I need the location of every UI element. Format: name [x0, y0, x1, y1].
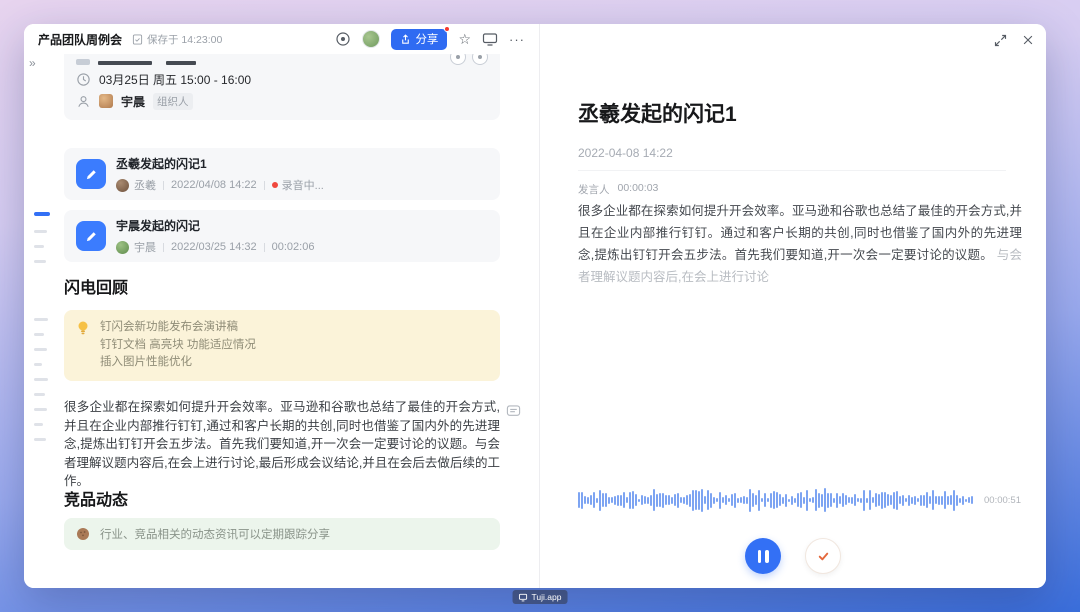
notification-dot	[444, 26, 450, 32]
detail-date: 2022-04-08 14:22	[578, 146, 673, 160]
flashnote-author: 丞羲	[134, 177, 156, 193]
competitor-line: 行业、竞品相关的动态资讯可以定期跟踪分享	[100, 526, 330, 542]
clipped-icon	[76, 59, 90, 65]
pause-icon	[758, 550, 762, 563]
save-status: 保存于 14:23:00	[132, 32, 222, 47]
transcript: 很多企业都在探索如何提升开会效率。亚马逊和谷歌也总结了最佳的开会方式,并且在企业…	[578, 200, 1022, 288]
organizer-tag: 组织人	[153, 93, 193, 110]
saved-doc-icon	[132, 34, 143, 45]
highlight-block-review: 钉闪会新功能发布会演讲稿 钉钉文档 高亮块 功能适应情况 插入图片性能优化	[64, 310, 500, 381]
detail-divider	[578, 170, 1006, 171]
heading-review: 闪电回顾	[64, 274, 500, 298]
flashnote-detail-panel: 丞羲发起的闪记1 2022-04-08 14:22 发言人 00:00:03 很…	[540, 24, 1046, 588]
app-icon	[519, 593, 528, 602]
clipped-text	[166, 61, 196, 65]
detail-header	[540, 24, 1046, 56]
flashnote-card-2[interactable]: 宇晨发起的闪记 宇晨 2022/03/25 14:32 00:02:06	[64, 210, 500, 262]
header-actions: 分享 ☆ ···	[335, 29, 525, 50]
more-icon[interactable]: ···	[509, 33, 525, 46]
speaker-row: 发言人 00:00:03	[578, 182, 658, 197]
meta-separator	[264, 243, 265, 252]
flashnote-card-body: 宇晨发起的闪记 宇晨 2022/03/25 14:32 00:02:06	[116, 217, 314, 255]
flashnote-title: 丞羲发起的闪记1	[116, 155, 324, 172]
audio-waveform[interactable]	[578, 486, 976, 514]
flashnote-author: 宇晨	[134, 239, 156, 255]
meta-separator	[264, 181, 265, 190]
present-icon[interactable]	[482, 32, 498, 47]
review-line: 钉闪会新功能发布会演讲稿	[100, 319, 256, 337]
flashnote-card-1[interactable]: 丞羲发起的闪记1 丞羲 2022/04/08 14:22 录音中...	[64, 148, 500, 200]
transcript-final-text: 很多企业都在探索如何提升开会效率。亚马逊和谷歌也总结了最佳的开会方式,并且在企业…	[578, 204, 1022, 262]
detail-title: 丞羲发起的闪记1	[578, 98, 737, 128]
flashnote-card-body: 丞羲发起的闪记1 丞羲 2022/04/08 14:22 录音中...	[116, 155, 324, 193]
flashnote-title: 宇晨发起的闪记	[116, 217, 314, 234]
pause-button[interactable]	[745, 538, 781, 574]
flashnote-meta: 丞羲 2022/04/08 14:22 录音中...	[116, 177, 324, 193]
comment-icon[interactable]	[506, 404, 521, 419]
expand-icon[interactable]	[993, 33, 1008, 48]
check-icon	[815, 548, 832, 565]
share-button-label: 分享	[415, 31, 438, 47]
organizer-avatar	[99, 94, 113, 108]
meta-separator	[163, 181, 164, 190]
meeting-time-row: 03月25日 周五 15:00 - 16:00	[76, 68, 488, 90]
document-header: 产品团队周例会 保存于 14:23:00 分享	[24, 24, 539, 54]
flashnote-status: 录音中...	[282, 177, 324, 193]
clipped-text	[98, 61, 152, 65]
bulb-icon	[76, 320, 90, 372]
document-panel: 产品团队周例会 保存于 14:23:00 分享	[24, 24, 540, 588]
highlight-block-competitors: 行业、竞品相关的动态资讯可以定期跟踪分享	[64, 518, 500, 550]
coconut-icon	[76, 527, 90, 541]
meeting-time: 03月25日 周五 15:00 - 16:00	[99, 71, 251, 88]
flashnote-date: 2022/04/08 14:22	[171, 179, 257, 191]
expand-sidebar-icon[interactable]: »	[29, 57, 36, 69]
share-button[interactable]: 分享	[391, 29, 447, 50]
heading-competitors: 竞品动态	[64, 486, 500, 510]
document-paragraph: 很多企业都在探索如何提升开会效率。亚马逊和谷歌也总结了最佳的开会方式,并且在企业…	[64, 398, 500, 491]
recording-dot	[272, 182, 278, 188]
collaborator-avatar[interactable]	[362, 30, 380, 48]
person-icon	[76, 94, 91, 109]
watermark-badge: Tuji.app	[513, 590, 568, 604]
close-icon[interactable]	[1021, 33, 1035, 47]
flashnote-meta: 宇晨 2022/03/25 14:32 00:02:06	[116, 239, 314, 255]
flashnote-icon	[76, 159, 106, 189]
record-status-icon[interactable]	[335, 31, 351, 47]
app-window: 产品团队周例会 保存于 14:23:00 分享	[24, 24, 1046, 588]
author-avatar	[116, 179, 129, 192]
author-avatar	[116, 241, 129, 254]
review-line: 钉钉文档 高亮块 功能适应情况	[100, 337, 256, 355]
outline-rail[interactable]	[34, 24, 54, 588]
review-line: 插入图片性能优化	[100, 354, 256, 372]
organizer-name: 宇晨	[121, 93, 145, 110]
meeting-organizer-row: 宇晨 组织人	[76, 90, 488, 112]
recording-controls	[540, 538, 1046, 574]
share-icon	[400, 34, 411, 45]
clock-icon	[76, 72, 91, 87]
flashnote-icon	[76, 221, 106, 251]
watermark-text: Tuji.app	[532, 592, 562, 602]
document-title: 产品团队周例会	[38, 31, 122, 48]
flashnote-duration: 00:02:06	[272, 241, 315, 253]
speaker-label: 发言人	[578, 182, 610, 197]
save-status-text: 保存于 14:23:00	[147, 32, 222, 47]
meta-separator	[163, 243, 164, 252]
audio-row: 00:00:51	[578, 486, 1021, 514]
finish-button[interactable]	[805, 538, 841, 574]
star-icon[interactable]: ☆	[458, 32, 471, 46]
review-lines: 钉闪会新功能发布会演讲稿 钉钉文档 高亮块 功能适应情况 插入图片性能优化	[100, 319, 256, 372]
flashnote-date: 2022/03/25 14:32	[171, 241, 257, 253]
speaker-timestamp: 00:00:03	[618, 182, 659, 197]
audio-duration: 00:00:51	[984, 495, 1021, 506]
